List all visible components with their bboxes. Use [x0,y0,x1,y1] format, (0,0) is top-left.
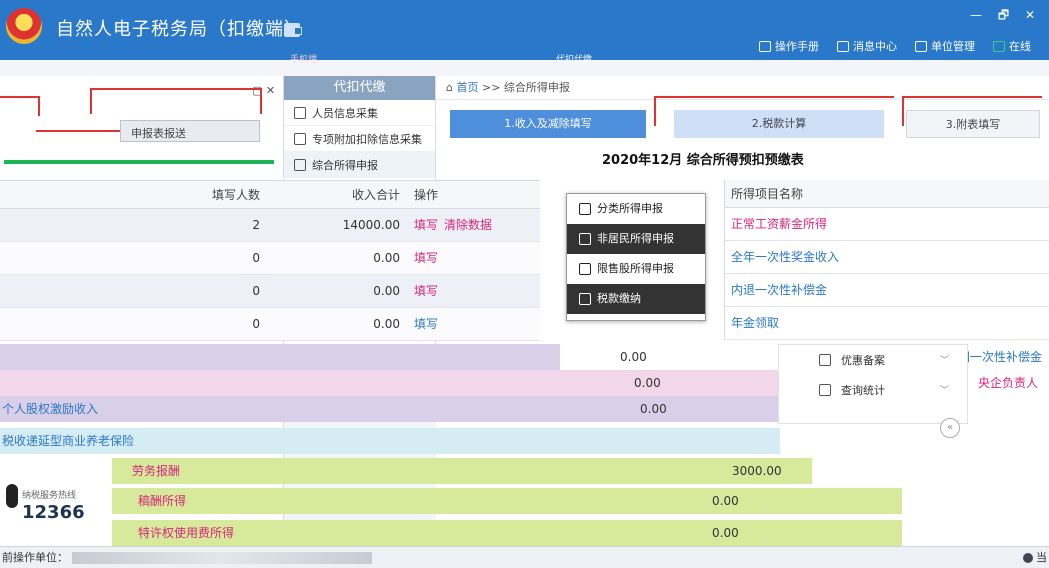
menu-item-query-stats[interactable]: 查询统计 ﹀ [779,375,967,405]
home-icon: ⌂ [446,81,453,94]
list-item: 全年一次性奖金收入 [725,241,1049,274]
table-row: 0.00 [0,344,647,370]
highlight-frame-left [0,96,40,116]
unit-name-blurred [72,552,372,564]
nav-unit-manage[interactable]: 单位管理 [915,38,975,54]
report-type-popup: 分类所得申报 非居民所得申报 限售股所得申报 税款缴纳 [566,193,706,321]
list-item: 正常工资薪金所得 [725,208,1049,241]
fill-link[interactable]: 填写 [414,284,438,298]
building-icon [915,40,927,52]
category-icon [579,203,591,215]
form-title: 2020年12月 综合所得预扣预缴表 [602,153,804,168]
wallet-icon[interactable] [284,23,302,37]
arrow-indicator [36,130,120,132]
menu-item-tax-payment[interactable]: 税款缴纳 [567,284,705,314]
service-hotline: 纳税服务热线 12366 [0,480,112,540]
table-row: 0 0.00 填写 [0,242,540,275]
table-row: 劳务报酬 3000.00 [112,458,812,484]
table-row: 0.00 [0,370,780,396]
table-row: 0 0.00 填写 [0,308,540,341]
breadcrumb-home[interactable]: 首页 [456,81,478,94]
income-table: 填写人数 收入合计 操作 2 14000.00 填写 清除数据 0 0.00 填写… [0,180,540,341]
status-bar: 前操作单位： 当 [0,546,1049,568]
fill-link[interactable]: 填写 [414,218,438,232]
section-tag: 代扣代缴 [556,55,593,65]
table-row: 央企负责人绩效 [978,376,1039,390]
menu-item-restricted-stock[interactable]: 限售股所得申报 [567,254,705,284]
national-emblem-logo [6,8,42,44]
current-unit-label: 前操作单位： [2,551,68,564]
table-header: 填写人数 收入合计 操作 [0,181,540,209]
table-row: 特许权使用费所得 0.00 [112,520,902,546]
chevron-down-icon: ﹀ [939,356,949,366]
table-row: 0 0.00 填写 [0,275,540,308]
menu-item-special-deduction[interactable]: 专项附加扣除信息采集 [284,126,435,152]
tab-attachment[interactable]: 3.附表填写 [906,110,1040,138]
breadcrumb-current: 综合所得申报 [503,81,570,94]
hotline-number: 12366 [22,502,85,523]
person-icon [294,106,306,119]
app-window: 自然人电子税务局（扣缴端） 手机端 代扣代缴 — 🗗 ✕ 操作手册 消息中心 单… [0,0,1049,568]
query-icon [819,384,831,396]
item-names-header: 所得项目名称 [725,180,1049,208]
side-menu: 优惠备案 ﹀ 查询统计 ﹀ [778,344,968,424]
menu-item-nonresident-income[interactable]: 非居民所得申报 [567,224,705,254]
chevron-down-icon: ﹀ [939,386,949,396]
nav-manual[interactable]: 操作手册 [759,38,819,54]
menu-item-comprehensive-income[interactable]: 综合所得申报 [284,152,435,178]
phone-icon [6,484,18,508]
list-item: 内退一次性补偿金 [725,274,1049,307]
document-icon [819,354,831,366]
payment-icon [579,293,591,305]
step-tabs: 1.收入及减除填写 2.税款计算 3.附表填写 [436,110,1049,140]
highlight-line [654,96,894,98]
table-row: 2 14000.00 填写 清除数据 [0,209,540,242]
nav-messages[interactable]: 消息中心 [837,38,897,54]
highlight-frame [90,88,262,114]
online-icon [993,40,1005,52]
tab-income-deduction[interactable]: 1.收入及减除填写 [450,110,646,138]
current-user[interactable]: 当 [1023,547,1047,568]
income-item-names: 所得项目名称 正常工资薪金所得 全年一次性奖金收入 内退一次性补偿金 年金领取 [724,180,1049,340]
tab-tax-calc[interactable]: 2.税款计算 [674,110,884,138]
menu-item-person-info[interactable]: 人员信息采集 [284,100,435,126]
nonresident-icon [579,233,591,245]
top-nav: 操作手册 消息中心 单位管理 在线 [759,38,1031,54]
title-bar: 自然人电子税务局（扣缴端） 手机端 代扣代缴 — 🗗 ✕ 操作手册 消息中心 单… [0,0,1049,65]
stock-icon [579,263,591,275]
fill-link[interactable]: 填写 [414,251,438,265]
progress-bar [4,160,274,164]
app-title: 自然人电子税务局（扣缴端） [56,19,303,40]
report-submit-button[interactable]: 申报表报送 [120,120,260,142]
manual-icon [759,40,771,52]
collapse-button[interactable]: « [940,418,960,438]
highlight-line [902,96,1042,98]
fill-link[interactable]: 填写 [414,317,438,331]
table-row: 稿酬所得 0.00 [112,488,902,514]
user-icon [1023,553,1033,563]
clear-data-link[interactable]: 清除数据 [444,218,492,232]
table-row: 税收递延型商业养老保险 [0,428,780,454]
mail-icon [837,40,849,52]
window-controls[interactable]: — 🗗 ✕ [970,6,1041,27]
menu-header[interactable]: 代扣代缴 [284,76,435,100]
menu-item-preferential-filing[interactable]: 优惠备案 ﹀ [779,345,967,375]
report-icon [294,158,306,171]
table-row: 个人股权激励收入 0.00 [0,396,780,422]
menu-item-category-income[interactable]: 分类所得申报 [567,194,705,224]
nav-online[interactable]: 在线 [993,38,1031,54]
form-icon [294,132,306,145]
mobile-tag: 手机端 [290,55,318,65]
list-item: 年金领取 [725,307,1049,340]
